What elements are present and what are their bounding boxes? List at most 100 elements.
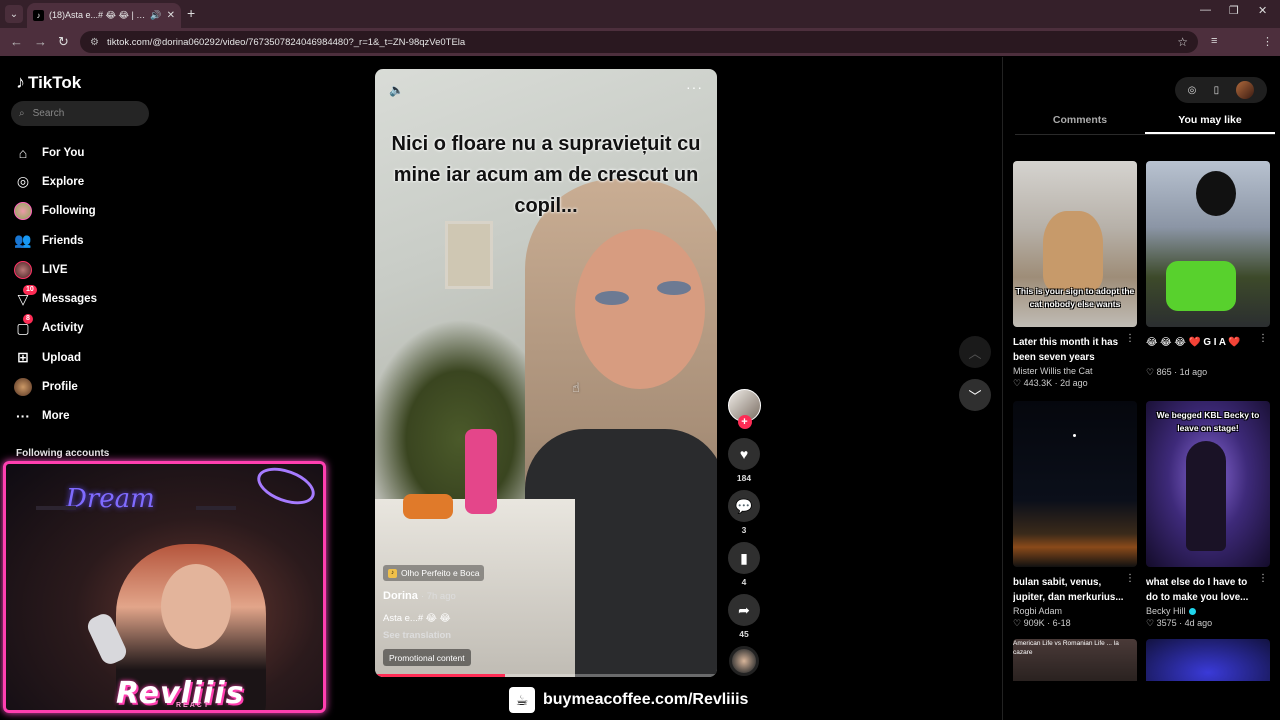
next-video-button[interactable]: ﹀ xyxy=(959,379,991,411)
video-thumbnail[interactable] xyxy=(1146,161,1270,327)
video-player[interactable]: Nici o floare nu a supraviețuit cu mine … xyxy=(375,69,717,677)
neon-ring xyxy=(252,464,320,512)
sidebar-item-explore[interactable]: ◎ Explore xyxy=(14,167,97,196)
video-card[interactable]: We begged KBL Becky to leave on stage! w… xyxy=(1146,401,1270,629)
card-author-name: Rogbi Adam xyxy=(1013,606,1063,616)
tab-you-may-like[interactable]: You may like xyxy=(1145,109,1275,134)
media-control-icon[interactable]: ≡ xyxy=(1211,35,1217,47)
sidebar-item-for-you[interactable]: ⌂ For You xyxy=(14,138,97,167)
comment-button[interactable]: 💬 xyxy=(728,490,760,522)
explore-compass-icon[interactable]: ◎ xyxy=(1188,85,1197,96)
sidebar-item-label: Following xyxy=(42,205,96,218)
see-translation-link[interactable]: See translation xyxy=(383,630,451,641)
activity-icon: ▢ 8 xyxy=(14,314,33,337)
video-thumbnail[interactable] xyxy=(1146,639,1270,681)
reload-icon[interactable]: ↻ xyxy=(58,34,69,50)
card-more-icon[interactable]: ⋮ xyxy=(1125,573,1135,584)
sidebar-item-activity[interactable]: ▢ 8 Activity xyxy=(14,314,97,343)
following-accounts-heading: Following accounts xyxy=(16,448,110,459)
save-button[interactable]: ▮ xyxy=(728,542,760,574)
person-face xyxy=(575,229,705,389)
address-bar-row: ← → ↻ ⚙ tiktok.com/@dorina060292/video/7… xyxy=(0,28,1280,77)
card-more-icon[interactable]: ⋮ xyxy=(1125,333,1135,344)
close-window-icon[interactable]: ✕ xyxy=(1258,4,1267,17)
sidebar-item-upload[interactable]: ⊞ Upload xyxy=(14,343,97,372)
card-more-icon[interactable]: ⋮ xyxy=(1258,573,1268,584)
sidebar-item-live[interactable]: LIVE xyxy=(14,255,97,284)
tiktok-note-icon: ♪ xyxy=(16,72,25,92)
like-button[interactable]: ♥ xyxy=(728,438,760,470)
thumbnail-overlay-text: This is your sign to adopt the cat nobod… xyxy=(1015,286,1135,309)
tab-comments[interactable]: Comments xyxy=(1015,109,1145,134)
logo-text: TikTok xyxy=(28,72,82,92)
comment-icon: 💬 xyxy=(735,497,753,514)
video-author[interactable]: Dorina · 7h ago xyxy=(383,590,456,602)
share-button[interactable]: ➦ xyxy=(728,594,760,626)
sidebar-item-following[interactable]: Following xyxy=(14,197,97,226)
sidebar-item-messages[interactable]: ▽ 10 Messages xyxy=(14,284,97,313)
user-avatar[interactable] xyxy=(1236,81,1255,99)
browser-menu-icon[interactable]: ⋮ xyxy=(1262,35,1273,48)
video-caption: Nici o floare nu a supraviețuit cu mine … xyxy=(391,133,701,217)
video-card[interactable]: This is your sign to adopt the cat nobod… xyxy=(1013,161,1137,389)
video-thumbnail[interactable]: American Life vs Romanian Life ... la ca… xyxy=(1013,639,1137,681)
cat-figure xyxy=(1043,211,1103,291)
creator-avatar[interactable]: + xyxy=(727,389,761,429)
bookmark-star-icon[interactable]: ☆ xyxy=(1177,35,1188,49)
card-author-name: Mister Willis the Cat xyxy=(1013,366,1093,376)
video-card[interactable]: 😂 😂 😂 ❤️ G I A ❤️ ⋮ ♡ 865 · 1d ago xyxy=(1146,161,1270,389)
compass-icon: ◎ xyxy=(16,173,30,190)
music-disc[interactable] xyxy=(729,646,759,676)
video-card[interactable]: bulan sabit, venus, jupiter, dan merkuri… xyxy=(1013,401,1137,629)
new-tab-button[interactable]: + xyxy=(187,5,195,21)
messages-icon: ▽ 10 xyxy=(14,285,37,308)
card-more-icon[interactable]: ⋮ xyxy=(1258,333,1268,344)
video-more-icon[interactable]: ··· xyxy=(686,79,703,95)
sidebar-item-label: Activity xyxy=(42,322,84,335)
browser-tab[interactable]: ♪ (18)Asta e...# 😂 😂 | TikTok 🔊 ✕ xyxy=(27,3,181,28)
video-thumbnail[interactable] xyxy=(1013,401,1137,567)
sidebar-item-label: LIVE xyxy=(42,263,68,276)
thumbnail-overlay-text: American Life vs Romanian Life ... la ca… xyxy=(1013,640,1119,656)
wall-picture xyxy=(445,221,493,289)
follow-plus-icon[interactable]: + xyxy=(737,415,752,429)
sidebar-item-profile[interactable]: Profile xyxy=(14,372,97,401)
sidebar-item-friends[interactable]: 👥 Friends xyxy=(14,226,97,255)
previous-video-button[interactable]: ︿ xyxy=(959,336,991,368)
card-author[interactable]: Becky Hill xyxy=(1146,606,1270,616)
singer xyxy=(1186,441,1226,551)
star xyxy=(1073,434,1076,437)
minimize-icon[interactable]: — xyxy=(1200,4,1211,16)
restore-icon[interactable]: ❐ xyxy=(1229,4,1239,17)
sidebar-item-more[interactable]: ··· More xyxy=(14,402,97,431)
card-author[interactable]: Rogbi Adam xyxy=(1013,606,1137,616)
toy xyxy=(403,494,453,519)
streamer-logo-sub: REACT xyxy=(176,702,211,709)
action-rail: + ♥ 184 💬 3 ▮ 4 ➦ 45 xyxy=(726,389,762,676)
mouse-cursor-icon: ☝ xyxy=(572,380,580,395)
search-input[interactable]: ⌕ Search xyxy=(11,101,149,126)
card-stats: ♡ 865 · 1d ago xyxy=(1146,367,1208,377)
tiktok-logo[interactable]: ♪ TikTok xyxy=(16,72,81,93)
thumbnail-overlay-text: We begged KBL Becky to leave on stage! xyxy=(1156,410,1260,433)
tab-search-button[interactable]: ⌄ xyxy=(5,5,23,23)
site-info-icon[interactable]: ⚙ xyxy=(90,37,99,48)
tab-title: (18)Asta e...# 😂 😂 | TikTok xyxy=(49,10,145,20)
buymeacoffee-link: buymeacoffee.com/Revliiis xyxy=(543,691,749,708)
video-progress-bar[interactable] xyxy=(375,674,717,677)
device-icon[interactable]: ▯ xyxy=(1214,85,1220,96)
video-thumbnail[interactable]: We begged KBL Becky to leave on stage! xyxy=(1146,401,1270,567)
card-author[interactable]: Mister Willis the Cat xyxy=(1013,366,1137,376)
address-bar[interactable]: ⚙ tiktok.com/@dorina060292/video/7673507… xyxy=(80,31,1198,53)
more-icon: ··· xyxy=(16,408,30,425)
promotional-content-badge[interactable]: Promotional content xyxy=(383,649,471,666)
browser-tabbar: ⌄ ♪ (18)Asta e...# 😂 😂 | TikTok 🔊 ✕ + — … xyxy=(0,0,1280,28)
motorcycle xyxy=(1166,261,1236,311)
tab-close-icon[interactable]: ✕ xyxy=(167,10,175,21)
forward-icon[interactable]: → xyxy=(34,34,47,49)
video-thumbnail[interactable]: This is your sign to adopt the cat nobod… xyxy=(1013,161,1137,327)
music-pill[interactable]: ♪ Olho Perfeito e Boca xyxy=(383,565,485,581)
streamer-webcam: Dream Revliiis REACT xyxy=(3,461,326,713)
back-icon[interactable]: ← xyxy=(10,34,23,49)
volume-icon[interactable]: 🔈 xyxy=(389,83,404,97)
